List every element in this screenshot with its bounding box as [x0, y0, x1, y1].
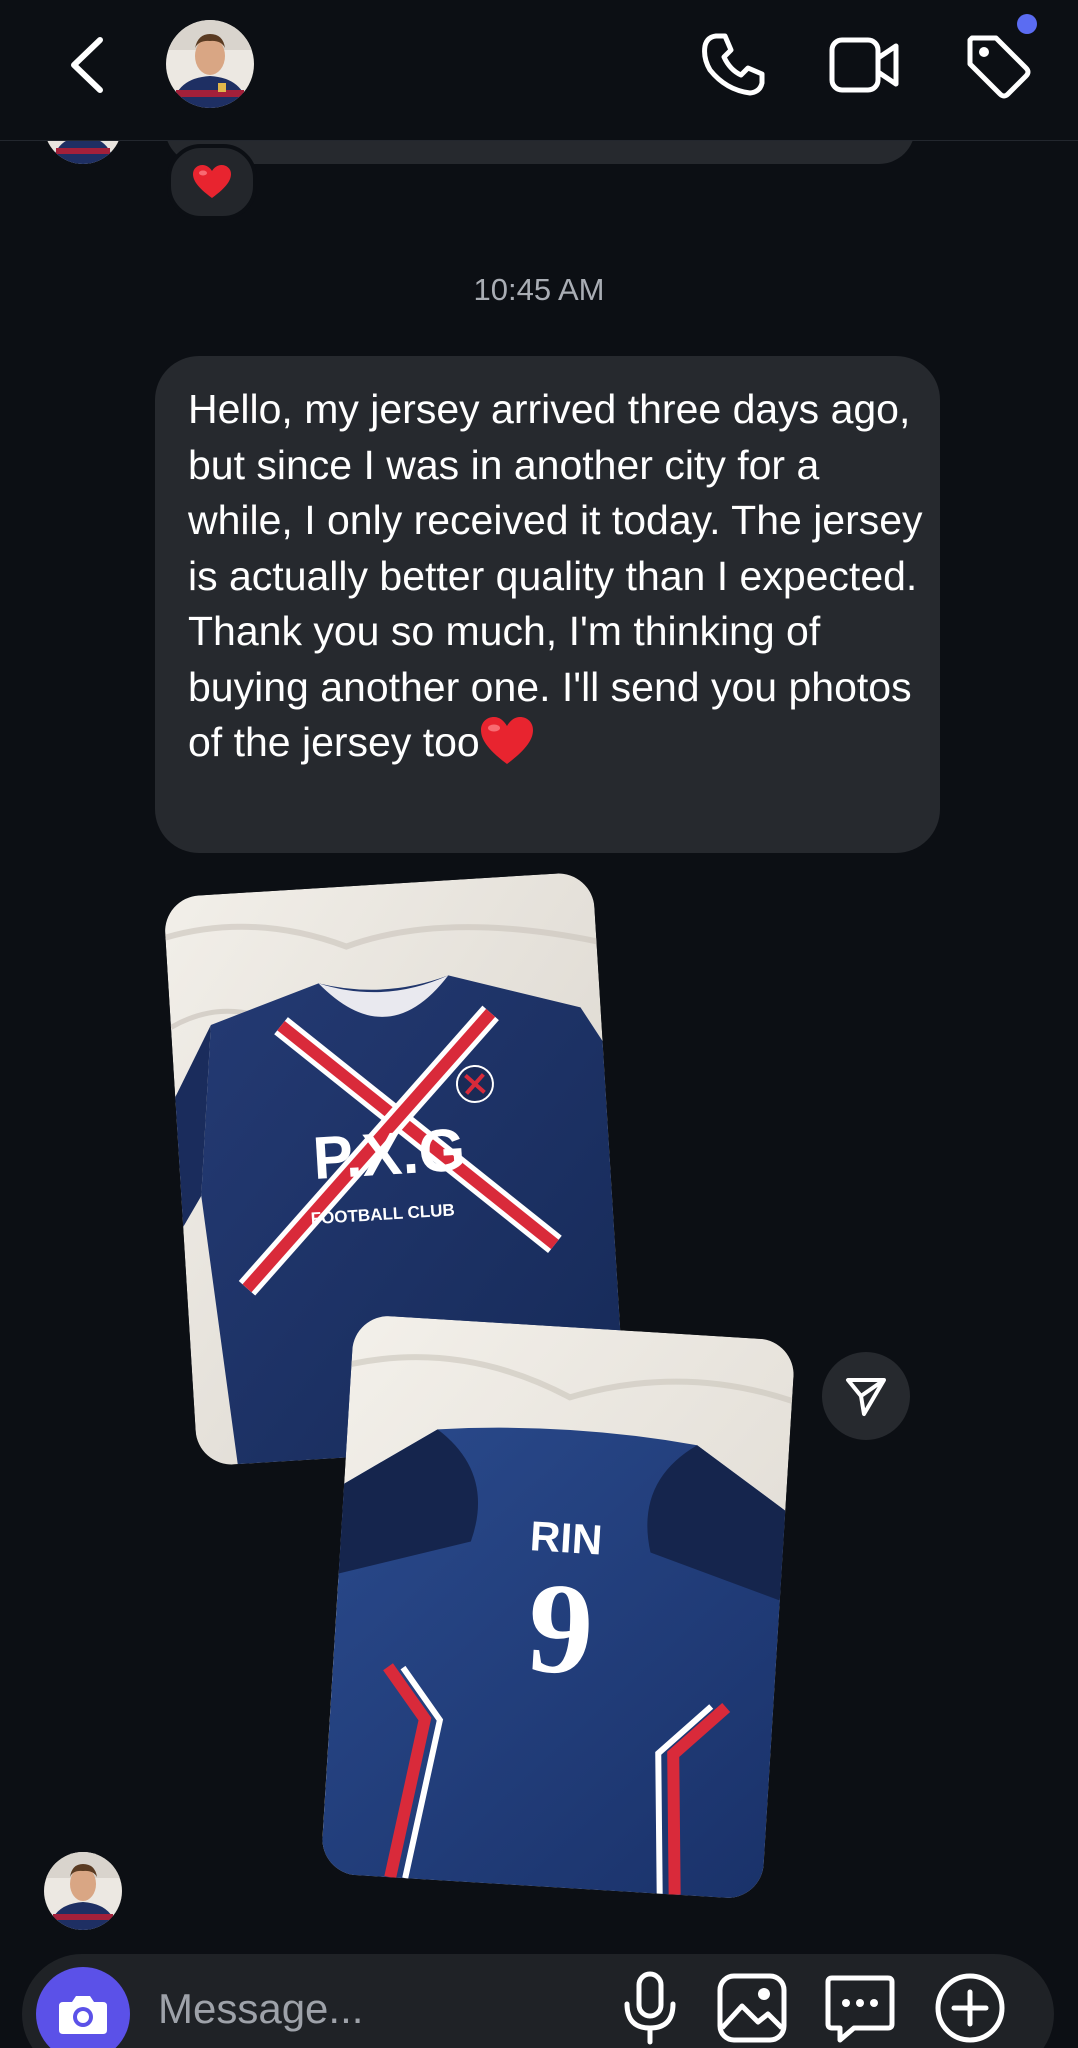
avatar[interactable]: [166, 20, 254, 108]
avatar[interactable]: [44, 1852, 122, 1930]
plus-circle-icon[interactable]: [932, 1970, 1008, 2046]
microphone-icon[interactable]: [615, 1968, 685, 2048]
heart-icon: [193, 165, 231, 198]
message-input[interactable]: [156, 1980, 490, 2038]
message-text: Hello, my jersey arrived three days ago,…: [188, 382, 923, 771]
camera-button[interactable]: [36, 1967, 130, 2048]
chat-screen: 10:45 AM Hello, my jersey arrived three …: [0, 0, 1078, 2048]
message-bubble[interactable]: Hello, my jersey arrived three days ago,…: [155, 356, 940, 853]
jersey-back-photo[interactable]: RIN 9: [320, 1314, 796, 1900]
gallery-icon[interactable]: [714, 1970, 790, 2046]
tag-icon[interactable]: [962, 30, 1034, 102]
jersey-number: 9: [524, 1555, 598, 1703]
video-camera-icon[interactable]: [828, 34, 902, 96]
sticker-icon[interactable]: [822, 1970, 898, 2046]
camera-icon: [59, 1996, 107, 2034]
message-body: Hello, my jersey arrived three days ago,…: [188, 386, 923, 765]
notification-dot: [1017, 14, 1037, 34]
heart-emoji-icon: [480, 717, 533, 764]
send-icon: [846, 1378, 886, 1416]
chevron-left-icon[interactable]: [58, 30, 118, 100]
message-timestamp: 10:45 AM: [473, 272, 605, 307]
message-composer: [22, 1954, 1054, 2048]
heart-reaction[interactable]: [167, 144, 257, 220]
share-photo-button[interactable]: [822, 1352, 910, 1440]
phone-icon[interactable]: [698, 30, 768, 100]
jersey-crest-text: P.X.G: [311, 1116, 467, 1192]
chat-header: [0, 0, 1078, 141]
